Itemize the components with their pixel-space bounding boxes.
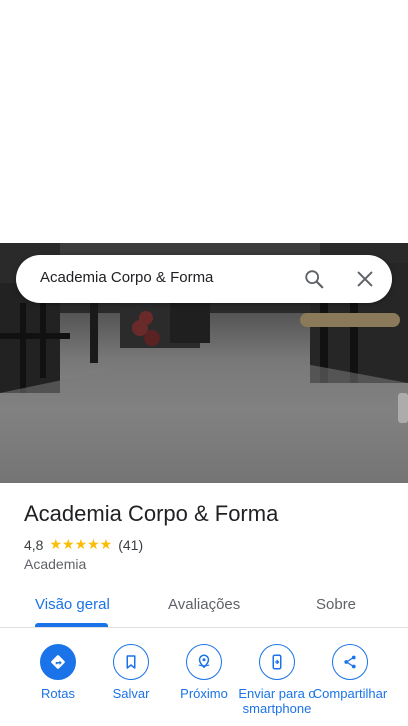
- share-button[interactable]: Compartilhar: [310, 644, 390, 701]
- review-count[interactable]: (41): [118, 537, 143, 553]
- directions-icon: [51, 655, 65, 669]
- nearby-icon: [198, 654, 210, 669]
- directions-label: Rotas: [41, 686, 75, 701]
- rating-value: 4,8: [24, 536, 44, 553]
- rating-row[interactable]: 4,8 ★★★★★ (41): [24, 536, 143, 553]
- search-icon[interactable]: [303, 268, 325, 290]
- close-icon[interactable]: [354, 268, 376, 290]
- search-input[interactable]: Academia Corpo & Forma: [40, 269, 213, 286]
- bookmark-icon: [126, 655, 136, 669]
- share-icon: [344, 655, 356, 669]
- place-category[interactable]: Academia: [24, 556, 86, 572]
- directions-button[interactable]: Rotas: [18, 644, 98, 701]
- tab-overview[interactable]: Visão geral: [35, 596, 110, 613]
- place-title: Academia Corpo & Forma: [24, 501, 279, 526]
- send-to-phone-icon: [272, 654, 282, 670]
- map-blank-area: [0, 0, 408, 243]
- share-label: Compartilhar: [312, 686, 388, 701]
- nearby-label: Próximo: [180, 686, 228, 701]
- star-rating-icon: ★★★★★: [49, 536, 113, 552]
- save-button[interactable]: Salvar: [91, 644, 171, 701]
- tab-bar: Visão geral Avaliações Sobre: [0, 586, 408, 628]
- nearby-button[interactable]: Próximo: [164, 644, 244, 701]
- send-to-phone-button[interactable]: Enviar para o smartphone: [237, 644, 317, 716]
- search-bar[interactable]: Academia Corpo & Forma: [16, 255, 392, 303]
- tab-reviews[interactable]: Avaliações: [168, 596, 240, 613]
- save-label: Salvar: [112, 686, 150, 701]
- send-to-phone-label: Enviar para o smartphone: [238, 686, 316, 716]
- active-tab-indicator: [35, 623, 108, 627]
- tab-about[interactable]: Sobre: [316, 596, 356, 613]
